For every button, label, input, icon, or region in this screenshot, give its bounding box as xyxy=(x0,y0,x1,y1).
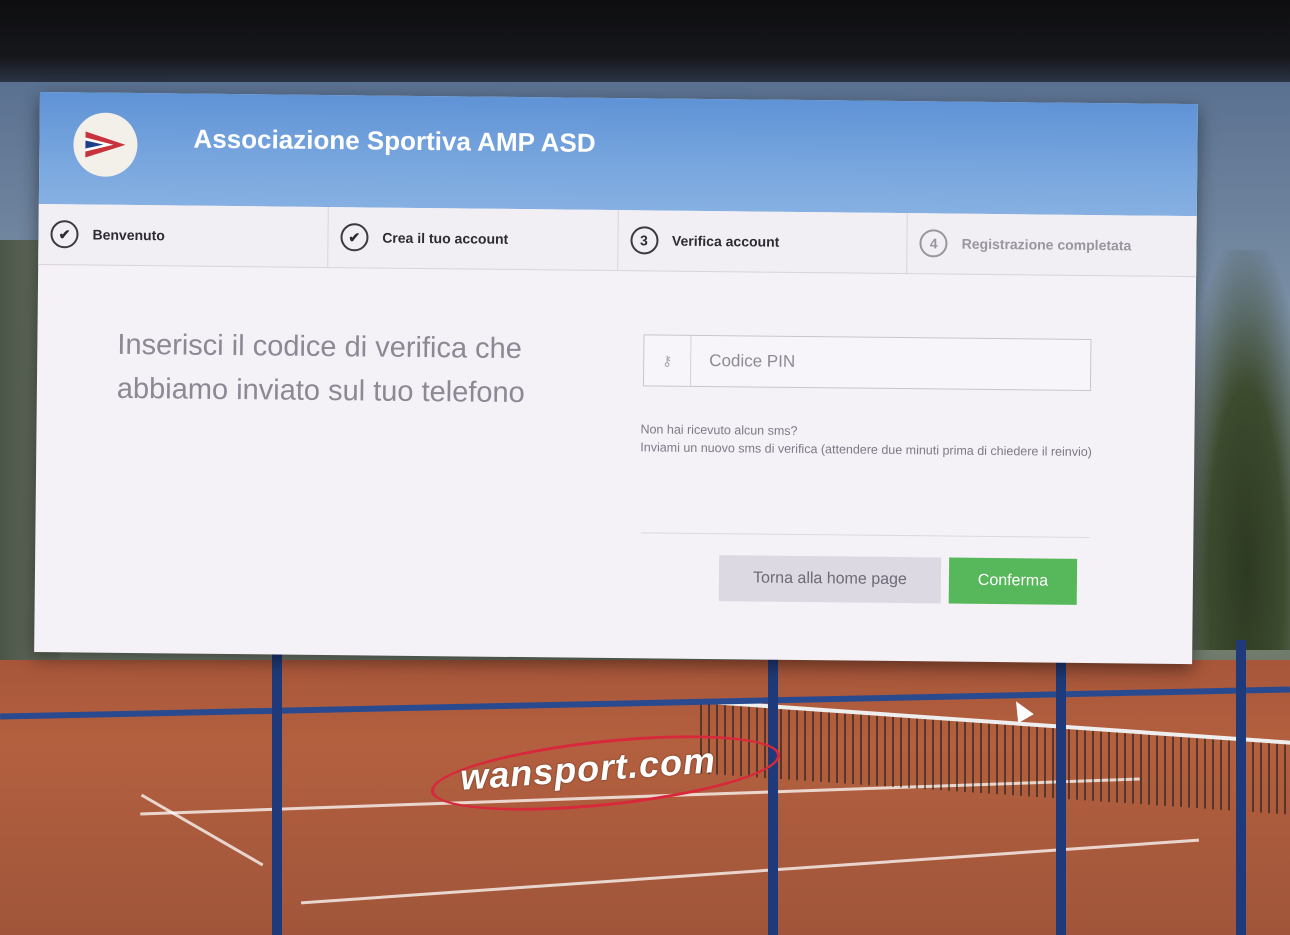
step-label: Crea il tuo account xyxy=(382,229,509,247)
step-create-account[interactable]: ✔ Crea il tuo account xyxy=(327,207,619,271)
step-label: Verifica account xyxy=(671,232,780,250)
step-registration-complete[interactable]: 4 Registrazione completata xyxy=(907,213,1196,276)
registration-dialog: Associazione Sportiva AMP ASD ✔ Benvenut… xyxy=(34,92,1198,665)
club-name: Associazione Sportiva AMP ASD xyxy=(193,123,596,158)
step-verify-account[interactable]: 3 Verifica account xyxy=(617,210,909,274)
wizard-steps: ✔ Benvenuto ✔ Crea il tuo account 3 Veri… xyxy=(38,203,1197,278)
divider xyxy=(641,532,1090,539)
confirm-button[interactable]: Conferma xyxy=(948,557,1078,605)
pennant-icon xyxy=(85,131,126,158)
fence-post xyxy=(1236,640,1246,935)
step-label: Benvenuto xyxy=(92,226,165,244)
monitor-bezel xyxy=(0,0,1290,82)
check-icon: ✔ xyxy=(340,223,369,252)
resend-info: Non hai ricevuto alcun sms? Inviami un n… xyxy=(640,420,1100,461)
step-label: Registrazione completata xyxy=(961,235,1132,254)
fence-post xyxy=(768,640,778,935)
fence-post xyxy=(1056,640,1066,935)
club-logo xyxy=(73,112,138,178)
check-icon: ✔ xyxy=(50,220,79,249)
verification-instructions: Inserisci il codice di verifica che abbi… xyxy=(116,328,525,410)
background-trees xyxy=(1180,250,1290,650)
pin-input[interactable] xyxy=(690,334,1091,392)
dialog-header: Associazione Sportiva AMP ASD xyxy=(38,92,1198,217)
key-icon: ⚷ xyxy=(643,335,692,386)
step-welcome[interactable]: ✔ Benvenuto xyxy=(38,203,329,268)
pin-field[interactable]: ⚷ xyxy=(642,334,1092,392)
resend-sms-link[interactable]: Inviami un nuovo sms di verifica (attend… xyxy=(640,438,1100,461)
back-to-home-button[interactable]: Torna alla home page xyxy=(718,555,942,604)
step-number-icon: 3 xyxy=(629,226,659,255)
resend-question: Non hai ricevuto alcun sms? xyxy=(640,422,798,438)
fence-post xyxy=(272,640,282,935)
step-number-icon: 4 xyxy=(919,229,948,258)
